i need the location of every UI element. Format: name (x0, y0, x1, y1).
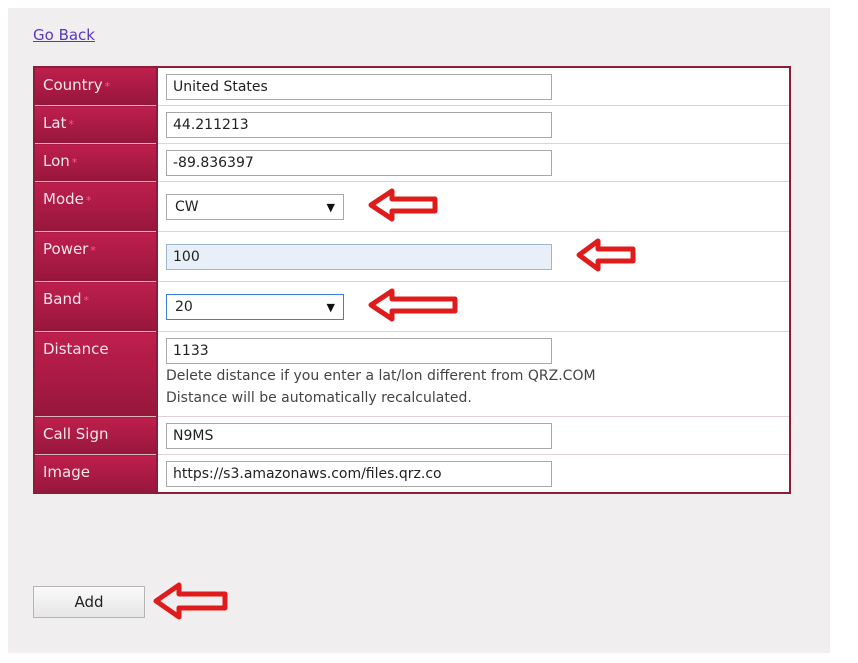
distance-label: Distance (43, 340, 109, 358)
row-country: Country * (34, 67, 790, 106)
value-cell (157, 105, 790, 144)
image-url-input[interactable] (166, 461, 552, 487)
row-power: Power * (34, 231, 790, 282)
distance-help-line-2: Distance will be automatically recalcula… (166, 390, 472, 406)
row-lat: Lat * (34, 105, 790, 144)
value-cell (157, 67, 790, 106)
distance-help-line-1: Delete distance if you enter a lat/lon d… (166, 368, 596, 384)
band-label: Band (43, 290, 82, 308)
label-cell: Distance (34, 331, 158, 417)
value-cell: 20 ▼ (157, 281, 790, 332)
mode-label: Mode (43, 190, 84, 208)
triangle-down-icon: ▼ (326, 200, 335, 214)
required-marker: * (104, 80, 111, 93)
lat-label: Lat (43, 114, 67, 132)
row-mode: Mode * CW ▼ (34, 181, 790, 232)
label-cell: Lat * (34, 105, 158, 144)
label-cell: Power * (34, 231, 158, 282)
red-arrow-left-icon (368, 288, 458, 326)
row-lon: Lon * (34, 143, 790, 182)
page-background: Go Back Country* Lat* Lon* (8, 8, 830, 653)
red-arrow-left-icon (153, 582, 228, 624)
label-cell: Country * (34, 67, 158, 106)
red-arrow-left-icon (368, 188, 438, 226)
power-input[interactable] (166, 244, 552, 270)
required-marker: * (71, 156, 78, 169)
triangle-down-icon: ▼ (326, 300, 335, 314)
callsign-label: Call Sign (43, 425, 109, 443)
row-callsign: Call Sign (34, 416, 790, 455)
distance-input[interactable] (166, 338, 552, 364)
label-cell: Mode * (34, 181, 158, 232)
required-marker: * (68, 118, 74, 131)
row-image: Image (34, 454, 790, 494)
required-marker: * (85, 194, 92, 207)
value-cell (157, 454, 790, 494)
label-cell: Lon * (34, 143, 158, 182)
row-distance: Distance Delete distance if you enter a … (34, 331, 790, 417)
power-label: Power (43, 240, 89, 258)
image-label: Image (43, 463, 90, 481)
add-spot-form: Country* Lat* Lon* Mode* (33, 66, 791, 494)
mode-select[interactable]: CW ▼ (166, 194, 344, 220)
row-band: Band * 20 ▼ (34, 281, 790, 332)
lat-input[interactable] (166, 112, 552, 138)
label-cell: Call Sign (34, 416, 158, 455)
callsign-input[interactable] (166, 423, 552, 449)
value-cell (157, 143, 790, 182)
value-cell: Delete distance if you enter a lat/lon d… (157, 331, 790, 417)
label-cell: Image (34, 454, 158, 494)
lon-input[interactable] (166, 150, 552, 176)
value-cell (157, 231, 790, 282)
go-back-link[interactable]: Go Back (33, 26, 95, 44)
red-arrow-left-icon (576, 238, 636, 276)
label-cell: Band * (34, 281, 158, 332)
value-cell (157, 416, 790, 455)
country-input[interactable] (166, 74, 552, 100)
mode-selected-value: CW (175, 199, 199, 215)
required-marker: * (90, 244, 96, 257)
band-selected-value: 20 (175, 299, 193, 315)
band-select[interactable]: 20 ▼ (166, 294, 344, 320)
add-button[interactable]: Add (33, 586, 145, 618)
country-label: Country (43, 76, 103, 94)
required-marker: * (83, 294, 90, 307)
value-cell: CW ▼ (157, 181, 790, 232)
lon-label: Lon (43, 152, 70, 170)
